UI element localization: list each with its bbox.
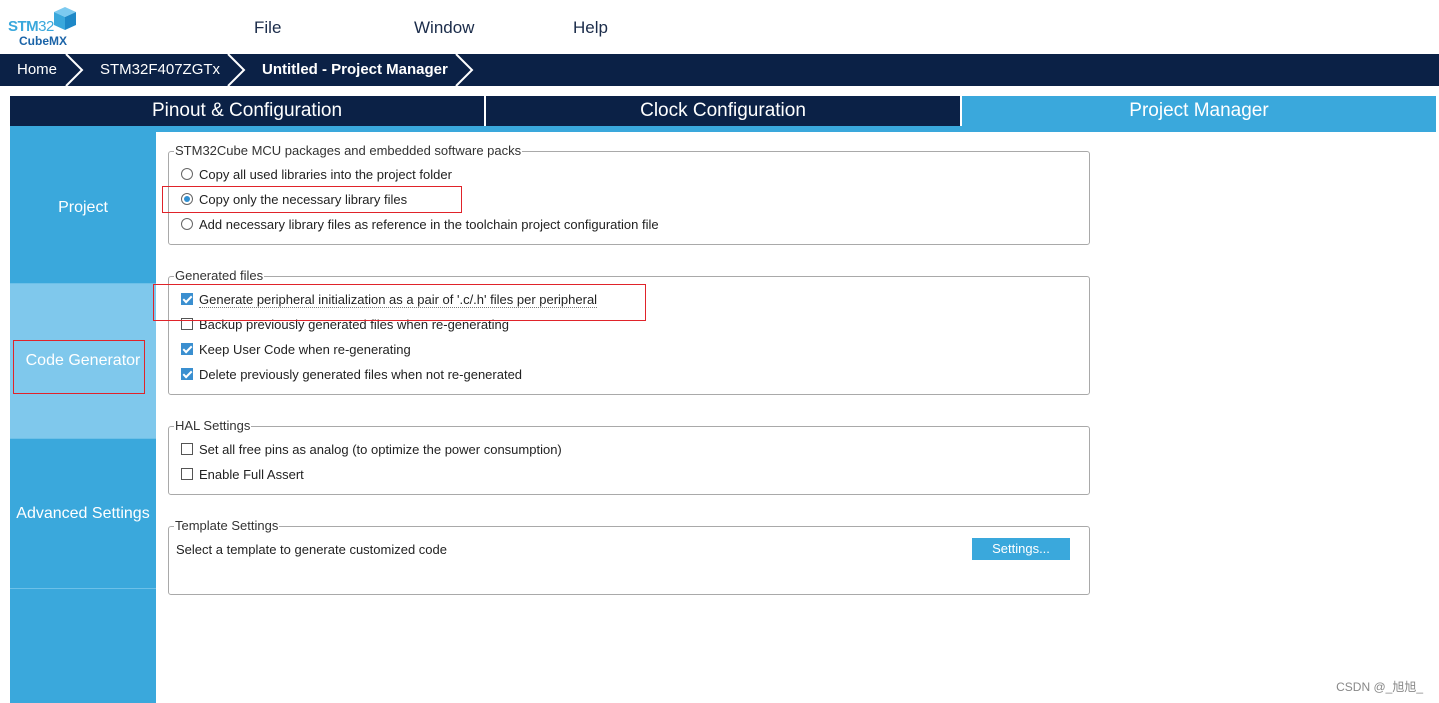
logo-brand-bottom: CubeMX — [19, 34, 67, 48]
template-description: Select a template to generate customized… — [176, 542, 447, 557]
highlight-box-copy-necessary — [162, 186, 462, 213]
settings-button[interactable]: Settings... — [972, 538, 1070, 560]
checkbox-enable-full-assert[interactable]: Enable Full Assert — [181, 467, 304, 483]
option-label: Add necessary library files as reference… — [199, 217, 659, 232]
group-title: HAL Settings — [174, 418, 252, 433]
group-title: Template Settings — [174, 518, 280, 533]
checkbox-icon[interactable] — [181, 343, 193, 355]
radio-icon[interactable] — [181, 218, 193, 230]
sidebar-item-advanced-settings[interactable]: Advanced Settings — [10, 439, 156, 588]
group-title: Generated files — [174, 268, 265, 283]
menu-file[interactable]: File — [254, 18, 281, 38]
group-hal-settings: HAL Settings Set all free pins as analog… — [168, 418, 1090, 495]
radio-copy-all-libraries[interactable]: Copy all used libraries into the project… — [181, 167, 452, 183]
group-template-settings: Template Settings Select a template to g… — [168, 518, 1090, 595]
checkbox-delete-generated[interactable]: Delete previously generated files when n… — [181, 367, 522, 383]
checkbox-keep-user-code[interactable]: Keep User Code when re-generating — [181, 342, 411, 358]
highlight-box-code-generator — [13, 340, 145, 394]
sidebar-item-project[interactable]: Project — [10, 132, 156, 283]
checkbox-free-pins-analog[interactable]: Set all free pins as analog (to optimize… — [181, 442, 562, 458]
checkbox-icon[interactable] — [181, 468, 193, 480]
breadcrumb-project-manager[interactable]: Untitled - Project Manager — [262, 54, 448, 86]
breadcrumb: Home STM32F407ZGTx Untitled - Project Ma… — [0, 54, 1439, 86]
tab-underline — [10, 126, 1436, 132]
tab-project-manager[interactable]: Project Manager — [962, 96, 1436, 126]
main-tabs: Pinout & Configuration Clock Configurati… — [10, 96, 1436, 128]
option-label: Copy all used libraries into the project… — [199, 167, 452, 182]
watermark: CSDN @_旭旭_ — [1336, 680, 1423, 694]
breadcrumb-mcu[interactable]: STM32F407ZGTx — [100, 54, 220, 86]
chevron-right-icon — [227, 54, 246, 86]
tab-clock-configuration[interactable]: Clock Configuration — [486, 96, 960, 126]
tab-pinout-configuration[interactable]: Pinout & Configuration — [10, 96, 484, 126]
checkbox-icon[interactable] — [181, 443, 193, 455]
divider — [10, 588, 156, 589]
radio-icon[interactable] — [181, 168, 193, 180]
cube-icon — [54, 7, 76, 30]
highlight-box-generate-peripheral — [153, 284, 646, 321]
sidebar: Project Code Generator Advanced Settings — [10, 132, 156, 703]
checkbox-icon[interactable] — [181, 368, 193, 380]
chevron-right-icon — [65, 54, 84, 86]
radio-add-reference-libraries[interactable]: Add necessary library files as reference… — [181, 217, 659, 233]
chevron-right-icon — [455, 54, 474, 86]
group-title: STM32Cube MCU packages and embedded soft… — [174, 143, 523, 158]
breadcrumb-home[interactable]: Home — [17, 54, 57, 86]
menu-window[interactable]: Window — [414, 18, 474, 38]
logo-brand-top: STM — [8, 18, 39, 35]
option-label: Delete previously generated files when n… — [199, 367, 523, 382]
option-label: Enable Full Assert — [199, 467, 304, 482]
option-label: Keep User Code when re-generating — [199, 342, 411, 357]
stm32cubemx-logo: STM32 CubeMX — [8, 6, 80, 52]
option-label: Set all free pins as analog (to optimize… — [199, 442, 562, 457]
menu-help[interactable]: Help — [573, 18, 608, 38]
